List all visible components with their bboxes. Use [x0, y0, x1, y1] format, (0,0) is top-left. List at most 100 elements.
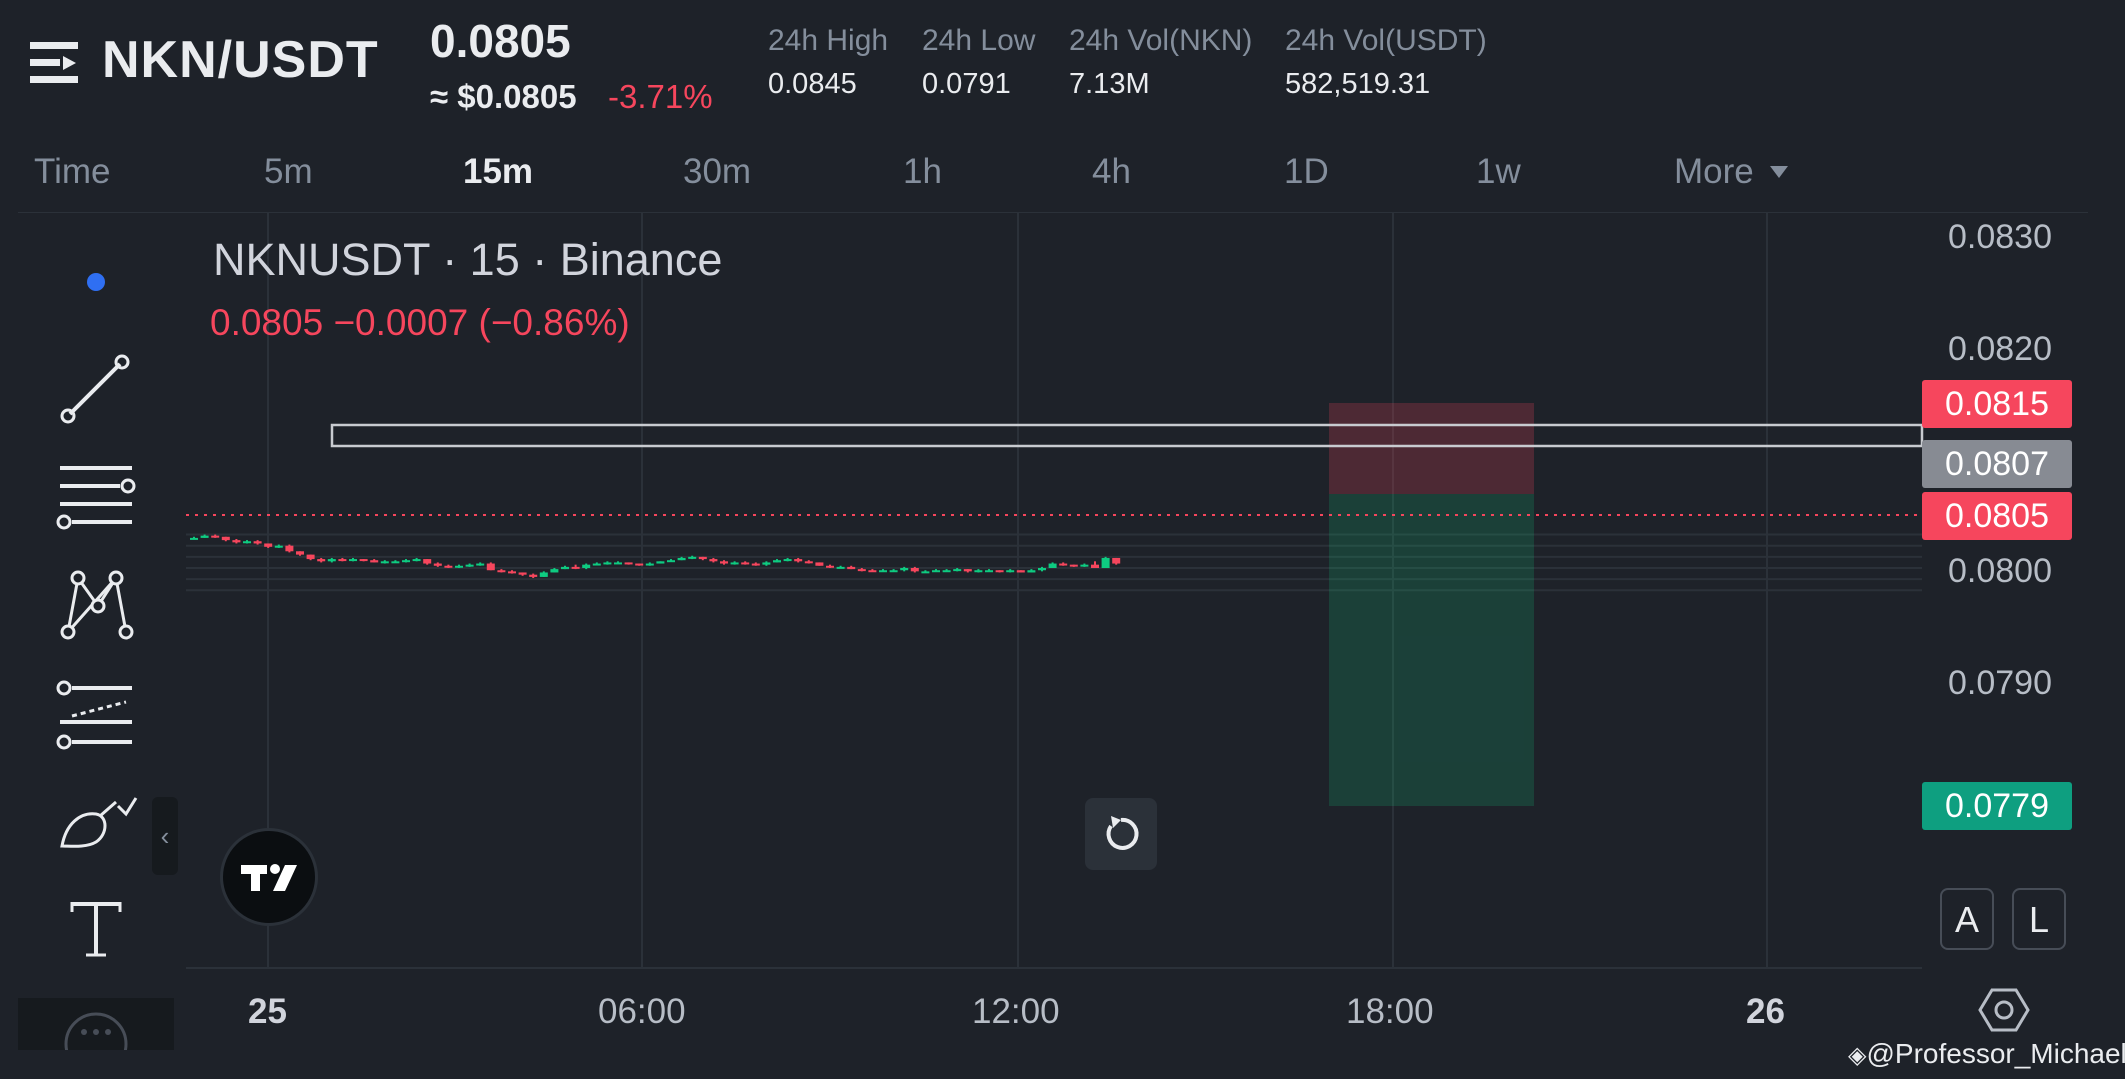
- stat-label-24h-vol-usdt: 24h Vol(USDT): [1285, 24, 1487, 57]
- candle-body: [783, 559, 792, 562]
- level-price-tag: 0.0807: [1922, 440, 2072, 488]
- tab-1d[interactable]: 1D: [1284, 152, 1329, 192]
- candle-body: [486, 563, 495, 571]
- chart-symbol-line: NKNUSDT · 15 · Binance: [213, 234, 723, 285]
- candle: [518, 572, 527, 576]
- candle-body: [338, 559, 347, 562]
- tab-more[interactable]: More: [1674, 152, 1754, 192]
- candle-body: [518, 572, 527, 575]
- reset-chart-button[interactable]: [1085, 798, 1157, 870]
- tradingview-logo[interactable]: [220, 828, 318, 926]
- reset-icon: [1106, 816, 1139, 850]
- chevron-down-icon[interactable]: [1770, 166, 1788, 178]
- candle: [751, 562, 760, 566]
- candle-body: [380, 561, 389, 564]
- candle: [423, 559, 432, 565]
- brush-icon[interactable]: [56, 794, 140, 850]
- binance-diamond-icon: ◈: [1848, 1042, 1867, 1069]
- candle: [391, 560, 400, 564]
- auto-scale-button[interactable]: A: [1940, 888, 1994, 950]
- candle: [370, 559, 379, 563]
- horizontal-lines-icon[interactable]: [56, 462, 136, 534]
- time-tick: 25: [248, 992, 287, 1031]
- candle: [1016, 570, 1025, 573]
- tab-1w[interactable]: 1w: [1476, 152, 1521, 192]
- tab-4h[interactable]: 4h: [1092, 152, 1131, 192]
- candle: [794, 557, 803, 563]
- candle-body: [932, 570, 940, 573]
- candle-body: [677, 557, 686, 561]
- time-tick: 12:00: [972, 992, 1060, 1031]
- candle: [603, 561, 612, 565]
- candle: [253, 540, 262, 545]
- candle-body: [1112, 557, 1121, 564]
- log-scale-button[interactable]: L: [2012, 888, 2066, 950]
- candle-body: [688, 556, 697, 559]
- candle: [349, 557, 357, 562]
- candle: [338, 557, 347, 562]
- trend-line-icon[interactable]: [58, 352, 132, 426]
- candle: [296, 551, 304, 556]
- candle-body: [900, 568, 909, 571]
- candle: [1006, 569, 1015, 573]
- candle-body: [762, 562, 771, 565]
- settings-icon[interactable]: [1976, 982, 2032, 1038]
- candle-body: [423, 559, 432, 564]
- candle-body: [232, 540, 241, 543]
- candle-body: [190, 537, 198, 540]
- candle-body: [910, 568, 919, 572]
- candle: [1059, 562, 1068, 566]
- candle-body: [359, 559, 368, 562]
- more-tools-button[interactable]: [18, 998, 174, 1076]
- candle-body: [804, 561, 813, 564]
- candle: [359, 559, 368, 562]
- collapse-toolbar-button[interactable]: ‹: [152, 797, 178, 875]
- trading-pair-title[interactable]: NKN/USDT: [102, 30, 379, 90]
- candle-body: [221, 536, 230, 541]
- candle: [306, 554, 315, 561]
- candle: [889, 569, 898, 573]
- menu-icon[interactable]: [30, 38, 80, 88]
- tab-1h[interactable]: 1h: [903, 152, 942, 192]
- stat-value-24h-low: 0.0791: [922, 68, 1011, 100]
- candle: [773, 559, 781, 563]
- last-price: 0.0805: [430, 15, 571, 67]
- candle: [402, 559, 410, 563]
- candle: [614, 561, 622, 565]
- candle: [232, 539, 241, 544]
- tab-30m[interactable]: 30m: [683, 152, 751, 192]
- candle: [497, 569, 506, 573]
- candle: [317, 557, 326, 563]
- tab-15m[interactable]: 15m: [463, 152, 533, 192]
- candle-body: [953, 569, 962, 572]
- candle: [709, 557, 718, 563]
- stat-label-24h-vol-nkn: 24h Vol(NKN): [1069, 24, 1253, 57]
- candle: [720, 560, 728, 565]
- pattern-tool-icon[interactable]: [58, 568, 136, 642]
- candle-body: [836, 566, 845, 569]
- candle-body: [995, 570, 1004, 573]
- candle: [847, 565, 856, 570]
- candle: [635, 563, 644, 566]
- price-tick: 0.0790: [1948, 664, 2052, 702]
- candle-body: [306, 554, 315, 560]
- candle: [804, 560, 813, 564]
- candle-body: [974, 570, 983, 573]
- fib-retracement-icon[interactable]: [56, 680, 136, 750]
- candle: [963, 569, 972, 573]
- candle-body: [243, 541, 251, 544]
- stat-label-24h-low: 24h Low: [922, 24, 1036, 57]
- candle-body: [1027, 570, 1036, 573]
- tab-time[interactable]: Time: [34, 152, 110, 192]
- stat-value-24h-high: 0.0845: [768, 68, 857, 100]
- stat-label-24h-high: 24h High: [768, 24, 889, 57]
- tab-5m[interactable]: 5m: [264, 152, 313, 192]
- candle-body: [582, 564, 591, 568]
- candle: [529, 573, 538, 579]
- candle-body: [879, 570, 887, 573]
- candle-body: [285, 545, 294, 552]
- text-tool-icon[interactable]: [68, 898, 124, 960]
- candle-body: [455, 565, 463, 568]
- crosshair-dot-icon[interactable]: [84, 270, 108, 294]
- candle-body: [529, 574, 538, 577]
